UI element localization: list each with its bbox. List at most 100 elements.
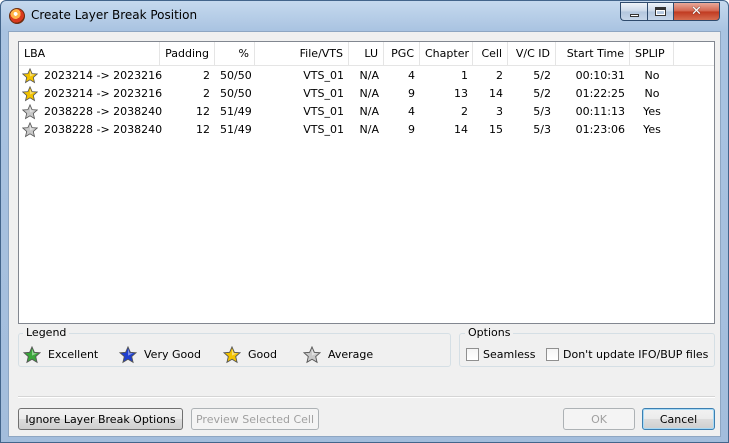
- cell-splip: Yes: [643, 123, 661, 136]
- cell-lu: N/A: [359, 69, 379, 82]
- cell-cell: 2: [496, 69, 503, 82]
- col-header-chapter[interactable]: Chapter: [420, 42, 473, 66]
- cell-start-time: 00:10:31: [575, 69, 625, 82]
- rating-star-icon: [21, 103, 39, 120]
- cell-file-vts: VTS_01: [303, 123, 344, 136]
- table-row[interactable]: 2038228 -> 2038240 12 51/49 VTS_01 N/A 4 2 3 5/3…: [19, 103, 714, 121]
- cell-lba: 2038228 -> 2038240: [44, 105, 163, 118]
- preview-selected-cell-button[interactable]: Preview Selected Cell: [191, 408, 319, 430]
- legend-label: Excellent: [48, 348, 99, 361]
- seamless-label[interactable]: Seamless: [483, 348, 536, 362]
- title-bar[interactable]: Create Layer Break Position ✕: [1, 1, 728, 31]
- cell-chapter: 13: [454, 87, 468, 100]
- cell-file-vts: VTS_01: [303, 87, 344, 100]
- cell-vc-id: 5/2: [533, 69, 551, 82]
- cell-chapter: 14: [454, 123, 468, 136]
- legend-title: Legend: [23, 326, 70, 339]
- cell-cell: 15: [489, 123, 503, 136]
- legend-group: Legend Excellent Very Good Good Average: [18, 326, 451, 367]
- col-header-padding[interactable]: Padding: [160, 42, 215, 66]
- cell-start-time: 01:23:06: [575, 123, 625, 136]
- cell-percent: 51/49: [220, 123, 252, 136]
- cell-padding: 2: [203, 87, 210, 100]
- maximize-button[interactable]: [647, 2, 673, 21]
- cell-start-time: 00:11:13: [575, 105, 625, 118]
- cell-cell: 14: [489, 87, 503, 100]
- dont-update-ifo-label[interactable]: Don't update IFO/BUP files: [563, 348, 708, 362]
- star-icon: [303, 346, 321, 364]
- list-header: LBA Padding % File/VTS LU PGC Chapter Ce…: [19, 42, 714, 66]
- col-header-file-vts[interactable]: File/VTS: [255, 42, 349, 66]
- cancel-button[interactable]: Cancel: [642, 408, 715, 430]
- table-row[interactable]: 2038228 -> 2038240 12 51/49 VTS_01 N/A 9 14 15 5…: [19, 121, 714, 139]
- cell-lba: 2023214 -> 2023216: [44, 87, 163, 100]
- cell-lu: N/A: [359, 123, 379, 136]
- ok-button[interactable]: OK: [563, 408, 635, 430]
- table-row[interactable]: 2023214 -> 2023216 2 50/50 VTS_01 N/A 4 1 2 5/2 0…: [19, 67, 714, 85]
- cell-vc-id: 5/2: [533, 87, 551, 100]
- cell-vc-id: 5/3: [533, 105, 551, 118]
- star-icon: [21, 85, 39, 102]
- ignore-layer-break-button[interactable]: Ignore Layer Break Options: [18, 408, 183, 430]
- legend-label: Average: [328, 348, 374, 361]
- cell-lba: 2023214 -> 2023216: [44, 69, 163, 82]
- cell-splip: Yes: [643, 105, 661, 118]
- app-icon[interactable]: [9, 8, 25, 24]
- window-title: Create Layer Break Position: [31, 8, 198, 22]
- cell-splip: No: [644, 69, 660, 82]
- cell-cell: 3: [496, 105, 503, 118]
- rating-star-icon: [21, 67, 39, 84]
- options-group: Options Seamless Don't update IFO/BUP fi…: [459, 326, 715, 367]
- cell-file-vts: VTS_01: [303, 105, 344, 118]
- dont-update-ifo-checkbox-box[interactable]: [546, 348, 559, 361]
- cell-padding: 12: [196, 123, 210, 136]
- dialog-window: Create Layer Break Position ✕ LBA Paddin…: [0, 0, 729, 443]
- col-header-vc-id[interactable]: V/C ID: [508, 42, 556, 66]
- cell-percent: 50/50: [220, 87, 252, 100]
- rating-star-icon: [21, 121, 39, 138]
- cell-lu: N/A: [359, 105, 379, 118]
- legend-label: Very Good: [144, 348, 201, 361]
- col-header-splip[interactable]: SPLIP: [630, 42, 674, 66]
- star-icon: [21, 121, 39, 138]
- layer-break-list[interactable]: LBA Padding % File/VTS LU PGC Chapter Ce…: [18, 41, 715, 324]
- star-icon: [21, 67, 39, 84]
- minimize-icon: [629, 13, 639, 17]
- options-title: Options: [465, 326, 514, 339]
- star-icon: [23, 346, 41, 364]
- col-header-pgc[interactable]: PGC: [384, 42, 420, 66]
- cell-pgc: 9: [408, 87, 415, 100]
- cell-percent: 50/50: [220, 69, 252, 82]
- cell-splip: No: [644, 87, 660, 100]
- cell-pgc: 9: [408, 123, 415, 136]
- cell-padding: 2: [203, 69, 210, 82]
- star-icon: [21, 103, 39, 120]
- rating-star-icon: [21, 85, 39, 102]
- col-header-lu[interactable]: LU: [349, 42, 384, 66]
- close-icon: ✕: [691, 4, 702, 19]
- col-header-start-time[interactable]: Start Time: [556, 42, 630, 66]
- button-separator: [18, 396, 715, 398]
- cell-chapter: 2: [461, 105, 468, 118]
- close-button[interactable]: ✕: [673, 2, 720, 21]
- cell-pgc: 4: [408, 69, 415, 82]
- col-header-lba[interactable]: LBA: [19, 42, 160, 66]
- table-row[interactable]: 2023214 -> 2023216 2 50/50 VTS_01 N/A 9 13 14 5/…: [19, 85, 714, 103]
- minimize-button[interactable]: [620, 2, 647, 21]
- star-icon: [223, 346, 241, 364]
- cell-percent: 51/49: [220, 105, 252, 118]
- star-icon: [119, 346, 137, 364]
- cell-padding: 12: [196, 105, 210, 118]
- cell-pgc: 4: [408, 105, 415, 118]
- col-header-cell[interactable]: Cell: [473, 42, 508, 66]
- dialog-client: LBA Padding % File/VTS LU PGC Chapter Ce…: [8, 31, 721, 437]
- col-header-percent[interactable]: %: [215, 42, 255, 66]
- cell-start-time: 01:22:25: [575, 87, 625, 100]
- seamless-checkbox-box[interactable]: [466, 348, 479, 361]
- cell-lba: 2038228 -> 2038240: [44, 123, 163, 136]
- cell-chapter: 1: [461, 69, 468, 82]
- cell-file-vts: VTS_01: [303, 69, 344, 82]
- cell-lu: N/A: [359, 87, 379, 100]
- maximize-icon: [655, 7, 666, 16]
- cell-vc-id: 5/3: [533, 123, 551, 136]
